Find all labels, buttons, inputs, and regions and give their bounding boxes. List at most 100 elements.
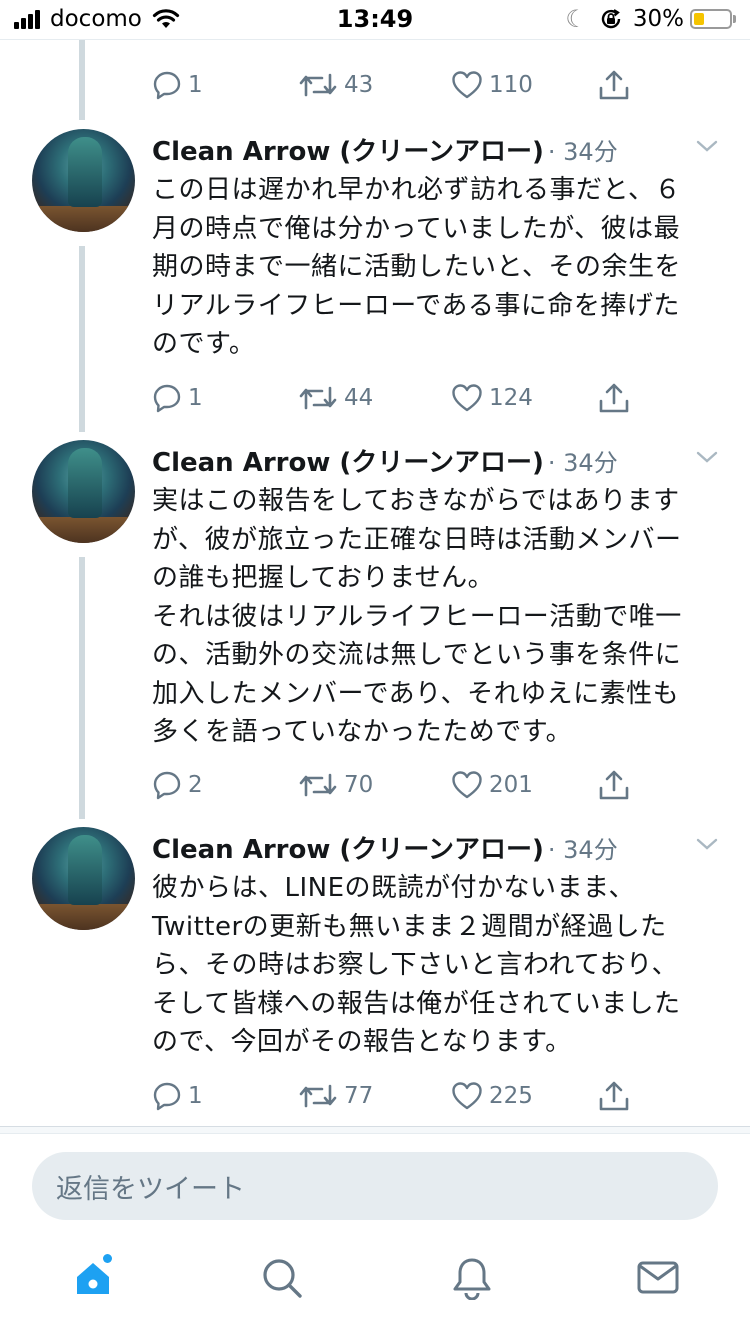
avatar[interactable] (32, 827, 135, 930)
moon-icon: ☾ (565, 5, 587, 33)
reply-button[interactable]: 1 (152, 63, 203, 107)
heart-icon (452, 384, 482, 412)
home-icon (77, 1263, 109, 1294)
chevron-down-icon[interactable] (694, 444, 720, 470)
reply-button[interactable]: 1 (152, 1074, 203, 1118)
nav-messages[interactable] (636, 1256, 680, 1304)
like-count: 110 (489, 72, 533, 98)
tweet-line: 月の時点で俺は分かっていましたが、彼は最 (152, 213, 681, 244)
nav-search[interactable] (260, 1256, 304, 1304)
chevron-down-icon[interactable] (694, 831, 720, 857)
retweet-button[interactable]: 77 (298, 1074, 373, 1118)
avatar[interactable] (32, 440, 135, 543)
tweet-line: 加入したメンバーであり、それゆえに素性も (152, 678, 680, 709)
avatar[interactable] (32, 129, 135, 232)
tweet-line: Twitterの更新も無いまま２週間が経過した (152, 911, 667, 942)
retweet-icon (299, 73, 337, 97)
retweet-button[interactable]: 70 (298, 763, 373, 807)
tweet-line: のです。 (152, 329, 256, 359)
share-button[interactable] (597, 763, 631, 807)
notifications-icon (453, 1258, 491, 1301)
tweet-line: の、活動外の交流は無しでという事を条件に (152, 640, 682, 670)
like-count: 124 (489, 385, 533, 411)
reply-button[interactable]: 1 (152, 376, 203, 420)
tweet-line: 実はこの報告をしておきながらではあります (152, 486, 680, 516)
reply-button[interactable]: 2 (152, 763, 203, 807)
author-name[interactable]: Clean Arrow (クリーンアロー) (152, 442, 544, 479)
tweet-line: 彼からは、LINEの既読が付かないまま、 (152, 873, 635, 903)
tweet-time: · 34分 (547, 137, 618, 166)
bottom-nav (0, 1238, 750, 1334)
retweet-icon (299, 773, 337, 797)
reply-icon (153, 384, 181, 413)
avatar-figure (68, 835, 102, 905)
avatar-floor (32, 206, 135, 232)
retweet-count: 44 (344, 385, 374, 411)
status-right: ☾ 30% (565, 6, 736, 32)
chevron-down-icon[interactable] (694, 133, 720, 159)
battery-fill (694, 13, 704, 25)
retweet-button[interactable]: 44 (298, 376, 373, 420)
avatar-floor (32, 517, 135, 543)
reply-icon (153, 1082, 181, 1111)
battery-nub (733, 15, 736, 23)
avatar-figure (68, 448, 102, 518)
nav-notifications[interactable] (450, 1256, 494, 1304)
tweet-text: 彼からは、LINEの既読が付かないまま、 Twitterの更新も無いまま２週間が… (152, 869, 722, 1062)
share-icon (599, 70, 629, 100)
battery-percent: 30% (632, 6, 684, 32)
like-count: 225 (489, 1083, 533, 1109)
tweet-line: それは彼はリアルライフヒーロー活動で唯一 (152, 601, 682, 632)
tweet-header: Clean Arrow (クリーンアロー) · 34分 (152, 129, 618, 169)
like-button[interactable]: 124 (451, 376, 533, 420)
reply-count: 1 (188, 385, 203, 411)
reply-icon (153, 71, 181, 100)
tweet-line: ら、その時はお察し下さいと言われており、 (152, 950, 679, 980)
tweet-actions: 1 77 225 (0, 1074, 750, 1118)
share-button[interactable] (597, 376, 631, 420)
nav-home[interactable] (73, 1254, 117, 1304)
tweet-line: の誰も把握しておりません。 (152, 563, 495, 593)
avatar-floor (32, 904, 135, 930)
tweet-actions: 2 70 201 (0, 763, 750, 807)
share-icon (599, 770, 629, 800)
orientation-lock-icon (601, 9, 621, 29)
tweet-time: · 34分 (547, 835, 618, 864)
retweet-icon (299, 386, 337, 410)
notification-dot (103, 1254, 112, 1263)
tweet-header: Clean Arrow (クリーンアロー) · 34分 (152, 827, 618, 867)
tweet-line: が、彼が旅立った正確な日時は活動メンバー (152, 524, 682, 555)
reply-input[interactable]: 返信をツイート (32, 1152, 718, 1220)
share-button[interactable] (597, 63, 631, 107)
like-button[interactable]: 110 (451, 63, 533, 107)
retweet-count: 70 (344, 772, 374, 798)
heart-icon (452, 771, 482, 799)
tweet-line: リアルライフヒーローである事に命を捧げた (152, 290, 680, 321)
reply-count: 2 (188, 772, 203, 798)
share-button[interactable] (597, 1074, 631, 1118)
tweet-line: そして皆様への報告は俺が任されていました (152, 988, 681, 1019)
retweet-count: 77 (344, 1083, 374, 1109)
search-icon (263, 1259, 302, 1298)
like-button[interactable]: 201 (451, 763, 533, 807)
retweet-button[interactable]: 43 (298, 63, 373, 107)
retweet-icon (299, 1084, 337, 1108)
like-button[interactable]: 225 (451, 1074, 533, 1118)
tweet-time: · 34分 (547, 448, 618, 477)
status-bar: docomo 13:49 ☾ 30% (0, 0, 750, 40)
share-icon (599, 1081, 629, 1111)
tweet-text: 実はこの報告をしておきながらではあります が、彼が旅立った正確な日時は活動メンバ… (152, 482, 722, 752)
tweet-line: この日は遅かれ早かれ必ず訪れる事だと、６ (152, 175, 681, 205)
like-count: 201 (489, 772, 533, 798)
messages-icon (637, 1261, 679, 1294)
tweet-actions: 1 43 110 (0, 63, 750, 107)
battery-icon (690, 9, 732, 29)
reply-count: 1 (188, 1083, 203, 1109)
author-name[interactable]: Clean Arrow (クリーンアロー) (152, 131, 544, 168)
tweet-header: Clean Arrow (クリーンアロー) · 34分 (152, 440, 618, 480)
tweet-line: 期の時まで一緒に活動したいと、その余生を (152, 252, 681, 282)
tweet-line: ので、今回がその報告となります。 (152, 1027, 572, 1057)
author-name[interactable]: Clean Arrow (クリーンアロー) (152, 829, 544, 866)
reply-icon (153, 771, 181, 800)
avatar-figure (68, 137, 102, 207)
